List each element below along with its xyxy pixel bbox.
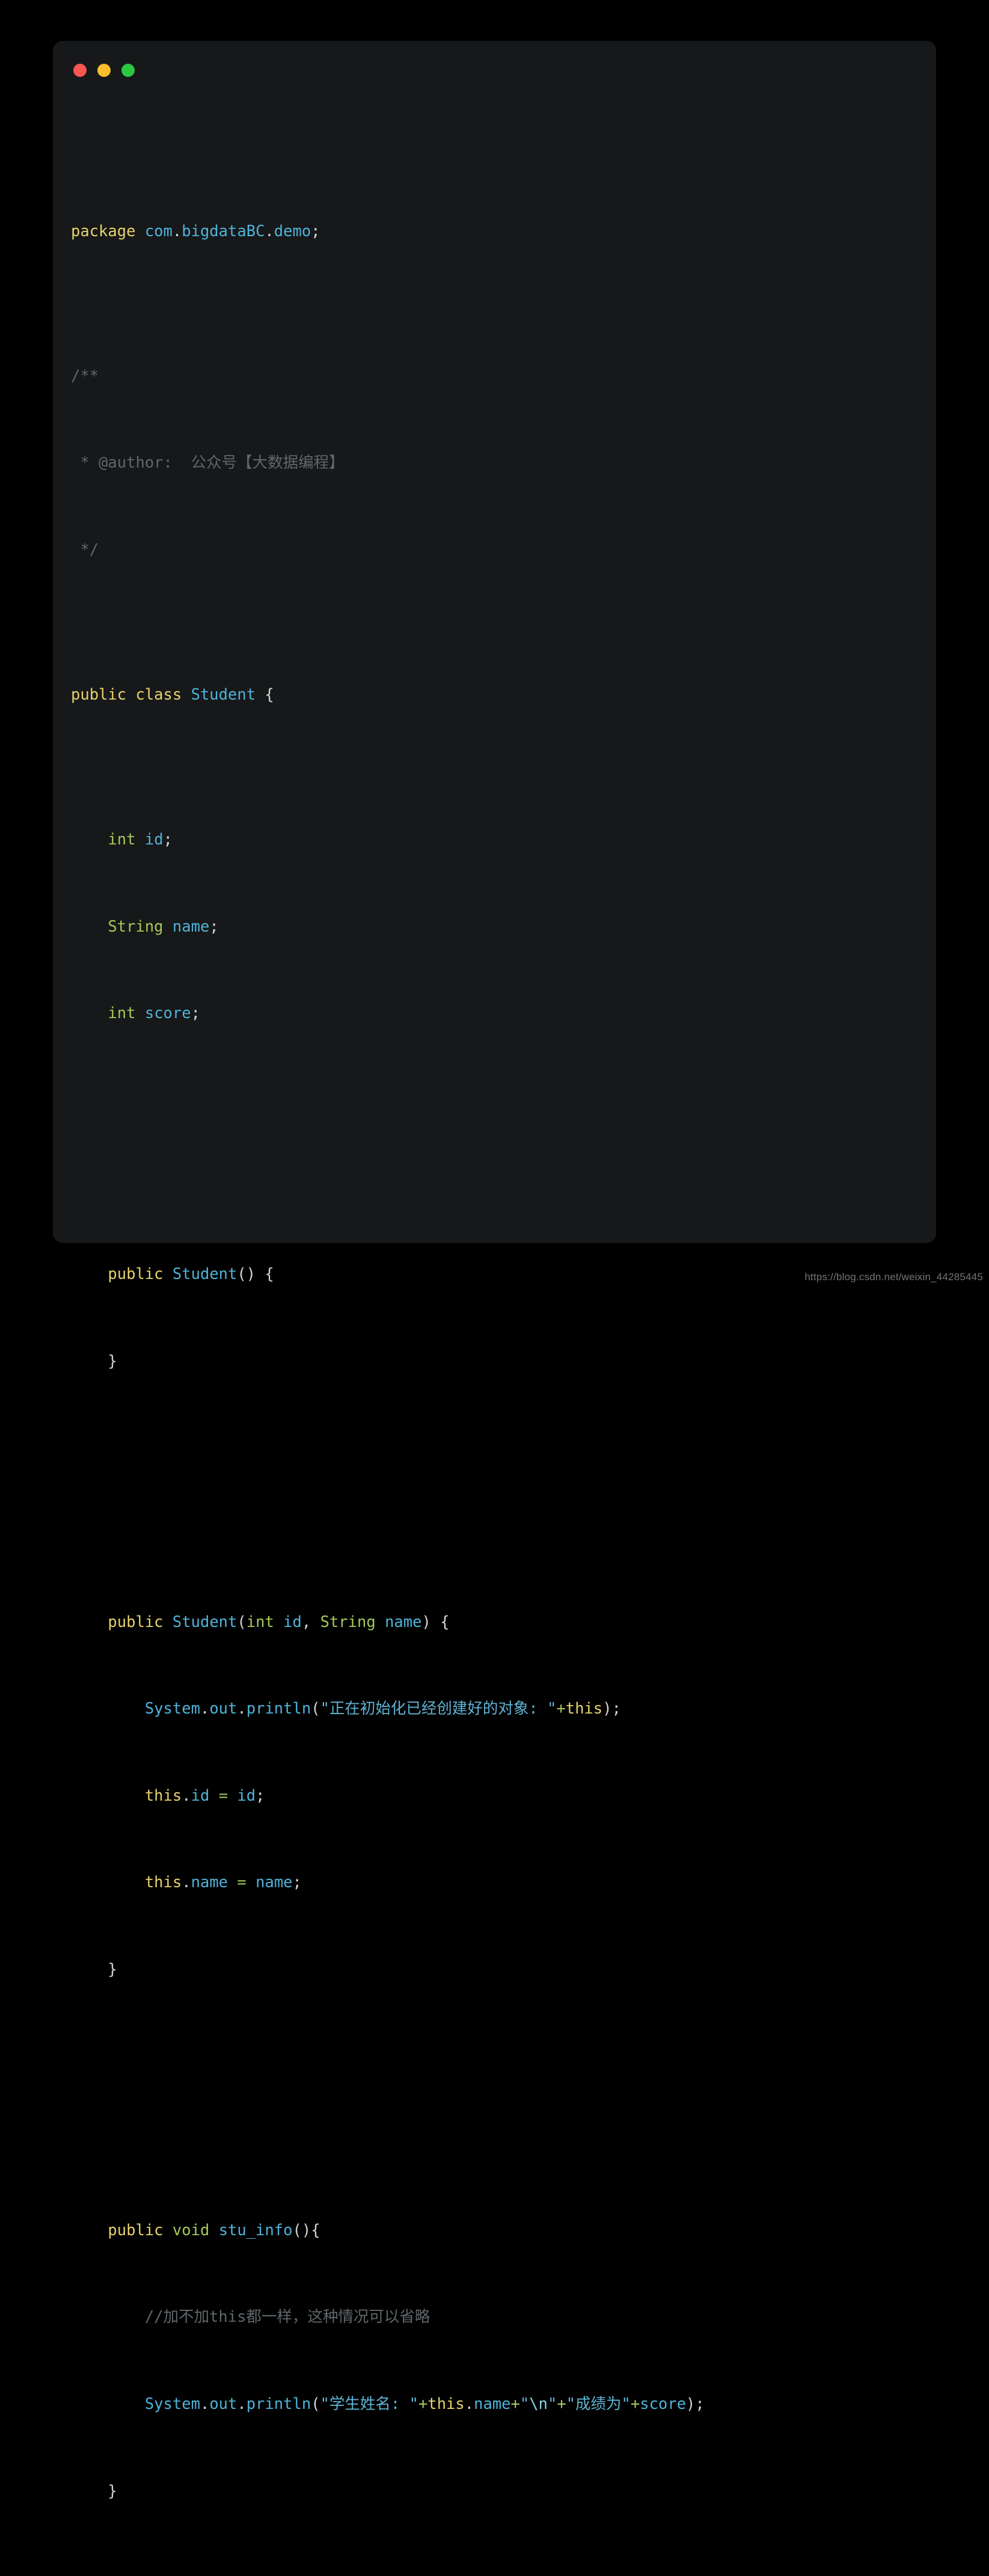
close-window-button[interactable] [73,64,87,77]
code-screenshot-window: package com.bigdataBC.demo; /** * @autho… [53,41,936,2500]
code-line: System.out.println("学生姓名: "+this.name+"\… [144,2395,705,2414]
minimize-window-button[interactable] [97,64,111,77]
code-line: this.name = name; [144,1873,302,1892]
code-line: int score; [108,1004,200,1023]
code-line: this.id = id; [144,1786,265,1805]
code-line: System.out.println("正在初始化已经创建好的对象: "+thi… [144,1700,621,1718]
window-titlebar [73,64,135,77]
watermark-url: https://blog.csdn.net/weixin_44285445 [804,1271,983,1283]
code-line: package com.bigdataBC.demo; [71,222,320,240]
code-line: } [71,1961,117,1979]
code-line-comment: * @author: 公众号【大数据编程】 [71,454,344,472]
code-line: } [71,2482,117,2500]
code-line: int id; [108,831,173,849]
code-line: public Student(int id, String name) { [108,1613,450,1631]
code-line: } [71,1352,117,1370]
maximize-window-button[interactable] [121,64,135,77]
code-line: public class Student { [71,686,274,704]
code-line-comment: */ [71,541,99,560]
code-line: public void stu_info(){ [108,2221,320,2239]
code-content: package com.bigdataBC.demo; /** * @autho… [71,101,924,2576]
code-line-comment: //加不加this都一样，这种情况可以省略 [71,2308,430,2327]
code-line: public Student() { [108,1265,274,1284]
code-line-comment: /** [71,367,99,385]
code-line: String name; [108,917,219,936]
